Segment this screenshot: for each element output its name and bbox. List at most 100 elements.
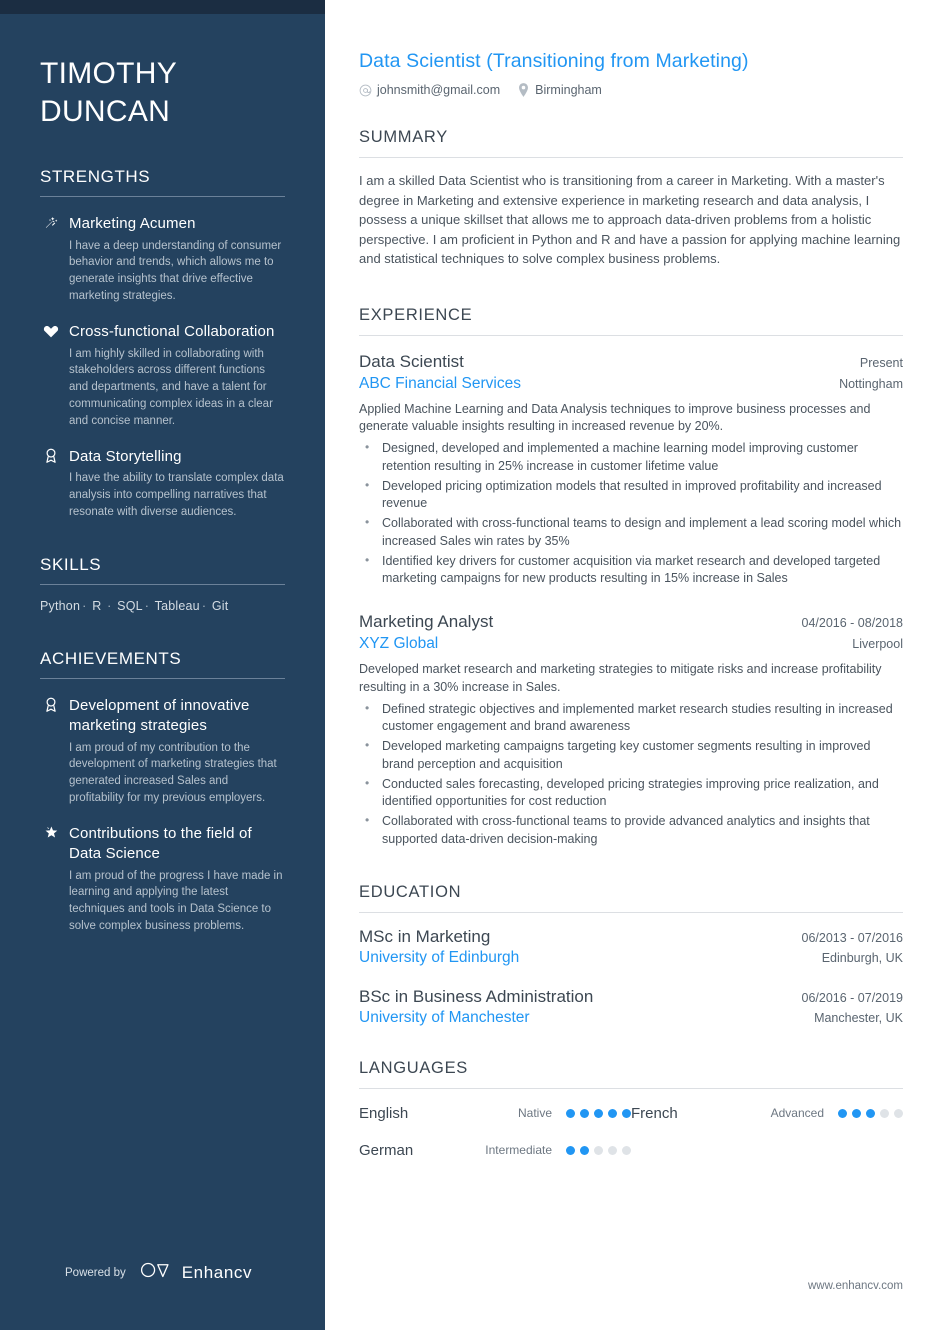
job-role: Marketing Analyst [359,612,494,631]
language-rating-dots [566,1108,631,1118]
location-contact: Birmingham [517,83,602,97]
map-pin-icon [517,83,530,97]
job-summary: Applied Machine Learning and Data Analys… [359,401,871,434]
summary-text: I am a skilled Data Scientist who is tra… [359,173,901,266]
skills-section: SKILLS Python · R · SQL · Tableau · Git [40,555,285,613]
job-summary: Developed market research and marketing … [359,662,882,694]
brand-name: Enhancv [181,1262,253,1282]
job-date: 04/2016 - 08/2018 [801,616,903,630]
skill-separator: · [107,598,112,613]
job-bullet-list: Designed, developed and implemented a ma… [359,439,903,588]
contact-row: johnsmith@gmail.com Birmingham [359,83,903,97]
achievement-title: Development of innovative marketing stra… [69,696,250,734]
school-location: Edinburgh, UK [821,950,903,965]
language-rating-dots [838,1108,903,1118]
school-name[interactable]: University of Manchester [359,1009,530,1027]
magic-wand-icon [40,214,62,305]
divider [359,911,903,913]
strength-description: I have the ability to translate complex … [69,472,284,518]
job-bullet: Developed marketing campaigns targeting … [359,737,903,774]
achievements-section: ACHIEVEMENTS Development of innovative m… [40,649,285,935]
rating-dot-empty [880,1108,889,1118]
school-location: Manchester, UK [814,1010,903,1025]
degree-date: 06/2016 - 07/2019 [801,990,903,1005]
language-level: Advanced [770,1106,824,1120]
at-sign-icon [359,84,372,97]
skill-item: R [92,598,102,613]
degree-date: 06/2013 - 07/2016 [801,930,903,945]
rating-dot-filled [580,1108,589,1118]
entry-title-row: BSc in Business Administration 06/2016 -… [359,987,903,1007]
education-entry: BSc in Business Administration 06/2016 -… [359,987,903,1027]
award-ribbon-icon [40,447,62,521]
language-item: German Intermediate [359,1142,631,1159]
enhancv-logo-icon [140,1260,174,1285]
language-level: Native [517,1106,552,1120]
skill-item: Git [211,598,229,613]
language-item: English Native [359,1105,631,1122]
language-rating-dots [566,1145,631,1155]
job-location: Nottingham [839,376,903,391]
strength-title: Cross-functional Collaboration [69,322,275,340]
entry-title-row: Data Scientist Present [359,352,903,372]
achievements-heading: ACHIEVEMENTS [40,648,182,668]
email-contact: johnsmith@gmail.com [359,83,500,97]
rating-dot-filled [852,1108,861,1118]
job-bullet-list: Defined strategic objectives and impleme… [359,700,903,849]
job-role: Data Scientist [359,351,464,371]
rating-dot-filled [838,1108,847,1118]
company-name[interactable]: ABC Financial Services [359,375,521,393]
job-bullet: Conducted sales forecasting, developed p… [359,775,903,812]
degree-name: BSc in Business Administration [359,986,594,1006]
job-bullet: Defined strategic objectives and impleme… [359,700,903,737]
skill-separator: · [82,598,87,613]
job-bullet: Collaborated with cross-functional teams… [359,812,903,849]
entry-org-row: ABC Financial Services Nottingham [359,372,903,393]
candidate-first-name: TIMOTHY [40,57,178,90]
job-location: Liverpool [852,637,903,651]
language-item: French Advanced [631,1105,903,1122]
resume-page: TIMOTHY DUNCAN STRENGTHS Marketing Acume… [0,0,940,1330]
divider [40,195,285,197]
job-date: Present [859,355,903,370]
rating-dot-empty [894,1108,903,1118]
email-text: johnsmith@gmail.com [377,83,501,97]
experience-section: EXPERIENCE Data Scientist Present ABC Fi… [359,306,903,849]
school-name[interactable]: University of Edinburgh [359,949,519,967]
rating-dot-filled [594,1108,603,1118]
experience-entry: Data Scientist Present ABC Financial Ser… [359,352,903,589]
divider [40,583,285,585]
candidate-name: TIMOTHY DUNCAN [40,55,285,131]
skill-item: Tableau [154,598,200,613]
job-bullet: Designed, developed and implemented a ma… [359,439,903,476]
language-name: English [359,1104,409,1122]
skill-separator: · [201,598,207,613]
languages-grid: English Native French Advanced German In… [359,1105,903,1159]
education-section: EDUCATION MSc in Marketing 06/2013 - 07/… [359,883,903,1027]
company-name[interactable]: XYZ Global [359,635,438,653]
degree-name: MSc in Marketing [359,926,491,946]
rating-dot-empty [594,1145,603,1155]
rating-dot-filled [608,1108,617,1118]
strength-description: I am highly skilled in collaborating wit… [69,347,273,427]
star-icon [40,824,62,935]
summary-heading: SUMMARY [359,128,448,146]
education-heading: EDUCATION [359,882,462,901]
summary-section: SUMMARY I am a skilled Data Scientist wh… [359,128,903,269]
strength-title: Marketing Acumen [69,214,196,232]
skills-heading: SKILLS [40,554,102,574]
language-level: Intermediate [485,1143,552,1157]
experience-heading: EXPERIENCE [359,305,473,324]
language-name: German [359,1141,414,1159]
achievement-title: Contributions to the field of Data Scien… [69,824,252,862]
strengths-section: STRENGTHS Marketing Acumen I have a deep… [40,167,285,521]
strength-item: Cross-functional Collaboration I am high… [40,322,285,430]
language-name: French [631,1104,678,1122]
achievement-description: I am proud of my contribution to the dev… [69,741,277,804]
experience-entry: Marketing Analyst 04/2016 - 08/2018 XYZ … [359,612,903,849]
rating-dot-filled [566,1145,575,1155]
strength-item: Data Storytelling I have the ability to … [40,447,285,521]
achievement-item: Contributions to the field of Data Scien… [40,824,285,935]
skill-item: SQL [117,598,143,613]
rating-dot-filled [866,1108,875,1118]
